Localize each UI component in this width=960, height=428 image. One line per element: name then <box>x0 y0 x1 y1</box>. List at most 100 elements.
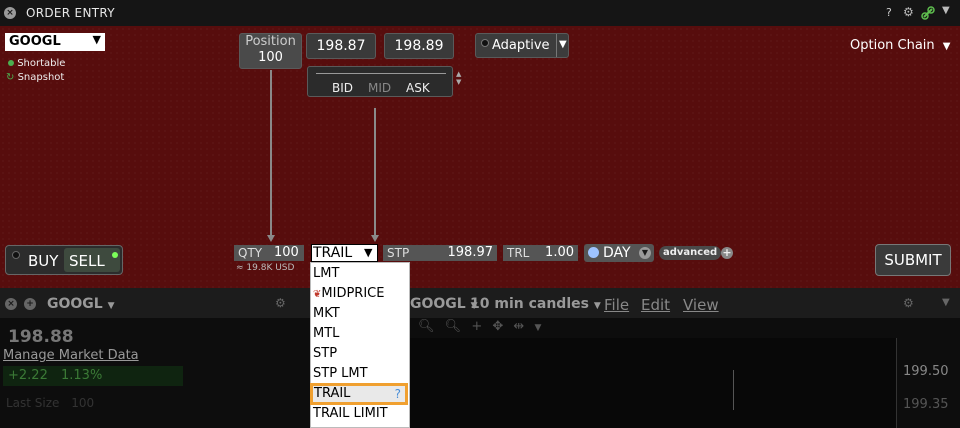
axis-divider <box>896 338 897 428</box>
change-row: +2.22 1.13% <box>3 366 183 386</box>
order-type-select[interactable]: TRAIL ▼ <box>311 244 378 262</box>
chevron-down-icon: ▼ <box>107 301 115 311</box>
price-connector <box>374 108 376 235</box>
gear-icon[interactable]: ⚙ <box>903 296 914 310</box>
stp-label: STP <box>387 246 410 260</box>
chevron-down-icon: ▼ <box>593 301 601 311</box>
symbol-select[interactable]: GOOGL ▼ <box>5 33 105 51</box>
sell-indicator <box>112 252 118 258</box>
price-axis-label: 199.50 <box>903 364 949 379</box>
stp-value: 198.97 <box>447 245 494 260</box>
chart-symbol[interactable]: GOOGL ▼ <box>410 296 478 312</box>
last-price: 198.88 <box>8 327 74 347</box>
dropdown-option-stp-lmt[interactable]: STP LMT <box>313 364 409 384</box>
dropdown-option-midprice[interactable]: ❦MIDPRICE <box>313 284 409 304</box>
position-value: 100 <box>258 50 283 65</box>
clock-icon <box>588 247 599 258</box>
shortable-status: Shortable <box>8 58 65 69</box>
window-titlebar: × ORDER ENTRY ? ⚙ ▼ <box>0 0 960 27</box>
last-size-label: Last Size <box>6 396 60 410</box>
interval-label: 10 min candles <box>470 296 589 312</box>
dropdown-option-mkt[interactable]: MKT <box>313 304 409 324</box>
sell-label: SELL <box>69 252 105 270</box>
help-icon[interactable]: ? <box>886 6 892 19</box>
dropdown-option-stp[interactable]: STP <box>313 344 409 364</box>
zoom-in-icon[interactable]: 🔍︎ <box>418 319 435 334</box>
symbol-value: GOOGL <box>9 34 61 49</box>
pan-icon[interactable]: ✥ <box>492 319 503 334</box>
arrow-down-icon <box>267 235 275 242</box>
chevron-down-icon: ▼ <box>639 247 651 259</box>
chevron-down-icon[interactable]: ▼ <box>942 297 950 308</box>
qty-value: 100 <box>274 245 299 260</box>
crosshair-icon[interactable]: + <box>471 319 482 334</box>
snapshot-status[interactable]: ↻ Snapshot <box>6 72 64 83</box>
dropdown-option-lmt[interactable]: LMT <box>313 264 409 284</box>
help-icon[interactable]: ? <box>395 386 401 402</box>
change-pct: 1.13% <box>61 368 103 383</box>
chevron-down-icon[interactable]: ▼ <box>942 5 950 16</box>
algo-value: Adaptive <box>492 38 550 53</box>
chart-plot-area[interactable] <box>410 338 896 428</box>
midprice-label: MIDPRICE <box>321 286 385 301</box>
buy-button[interactable]: BUY <box>28 252 58 270</box>
manage-market-data-link[interactable]: Manage Market Data <box>3 348 139 363</box>
chevron-down-icon: ▼ <box>364 246 373 259</box>
dropdown-option-trail[interactable]: TRAIL ? <box>310 383 408 405</box>
position-label: Position <box>245 34 296 49</box>
quote-symbol-label: GOOGL <box>47 296 103 312</box>
close-icon[interactable]: × <box>5 298 17 310</box>
ask-price-button[interactable]: 198.89 <box>384 33 454 59</box>
ask-label[interactable]: ASK <box>406 81 430 95</box>
buy-sell-toggle[interactable]: BUY SELL <box>5 245 123 275</box>
option-chain-button[interactable]: Option Chain ▼ <box>850 38 951 53</box>
slider-track <box>316 73 446 74</box>
dropdown-option-trail-limit[interactable]: TRAIL LIMIT <box>313 404 409 424</box>
stp-price-field[interactable]: STP 198.97 <box>383 245 497 261</box>
price-slider[interactable]: BID MID ASK <box>307 66 453 97</box>
menu-view[interactable]: View <box>683 296 719 314</box>
close-icon[interactable]: × <box>4 7 16 19</box>
green-dot-icon <box>8 60 14 66</box>
menu-file[interactable]: File <box>604 296 629 314</box>
position-box: Position 100 <box>239 33 302 69</box>
refresh-icon: ↻ <box>6 72 15 83</box>
menu-edit[interactable]: Edit <box>641 296 670 314</box>
quote-symbol[interactable]: GOOGL ▼ <box>47 296 115 312</box>
order-type-value: TRAIL <box>313 245 353 261</box>
option-chain-label: Option Chain <box>850 38 935 53</box>
sell-button[interactable]: SELL <box>64 248 120 272</box>
trl-label: TRL <box>507 246 530 260</box>
expand-icon[interactable]: ⇹ <box>513 319 524 334</box>
candle-wick <box>733 370 734 410</box>
dropdown-option-mtl[interactable]: MTL <box>313 324 409 344</box>
bid-price-button[interactable]: 198.87 <box>306 33 376 59</box>
chevron-down-icon[interactable]: ▼ <box>534 323 541 333</box>
algo-select[interactable]: Adaptive ▼ <box>475 33 569 58</box>
interval-select[interactable]: 10 min candles ▼ <box>470 296 601 312</box>
add-icon[interactable]: + <box>721 247 733 259</box>
gear-icon[interactable]: ⚙ <box>903 5 914 19</box>
chevron-down-icon: ▼ <box>559 39 567 50</box>
trail-label: TRAIL <box>314 386 351 401</box>
tif-select[interactable]: DAY ▼ <box>584 244 654 262</box>
zoom-out-icon[interactable]: 🔍︎ <box>445 319 462 334</box>
link-icon[interactable] <box>921 5 935 20</box>
order-type-dropdown: LMT ❦MIDPRICE MKT MTL STP STP LMT TRAIL … <box>310 262 410 428</box>
slider-stepper-icon[interactable]: ▲ ▼ <box>456 70 461 86</box>
qty-usd: ≈ 19.8K USD <box>236 263 295 273</box>
trail-amount-field[interactable]: TRL 1.00 <box>503 245 578 261</box>
mid-label[interactable]: MID <box>368 81 391 95</box>
change-value: +2.22 <box>8 368 48 383</box>
chevron-down-icon: ▼ <box>92 33 101 46</box>
shortable-label: Shortable <box>17 58 66 69</box>
position-connector <box>270 70 272 235</box>
algo-status-icon <box>481 39 489 47</box>
add-icon[interactable]: + <box>24 298 36 310</box>
gear-icon[interactable]: ⚙ <box>275 296 286 310</box>
submit-button[interactable]: SUBMIT <box>875 244 951 276</box>
advanced-button[interactable]: advanced <box>659 246 722 260</box>
qty-field[interactable]: QTY 100 <box>234 245 304 261</box>
bid-label[interactable]: BID <box>332 81 353 95</box>
window-title: ORDER ENTRY <box>26 6 115 20</box>
